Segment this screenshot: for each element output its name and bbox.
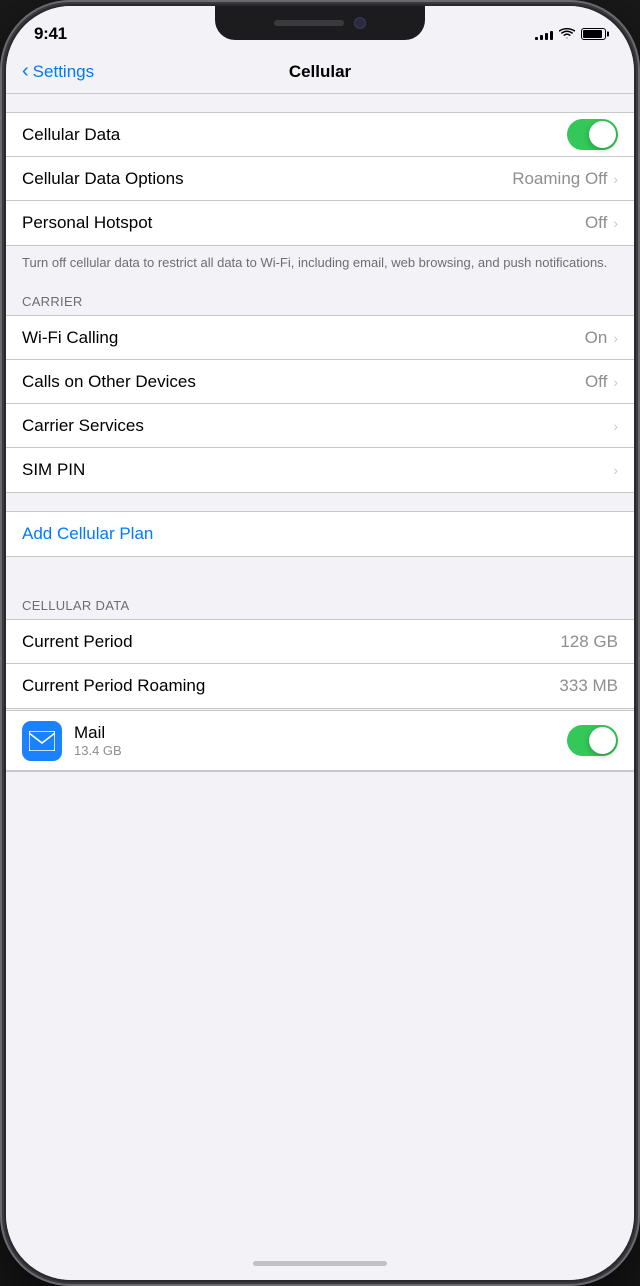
mail-app-size: 13.4 GB	[74, 743, 567, 758]
personal-hotspot-right: Off ›	[585, 213, 618, 233]
calls-other-devices-label: Calls on Other Devices	[22, 372, 196, 392]
cellular-data-options-label: Cellular Data Options	[22, 169, 184, 189]
carrier-section-header: CARRIER	[6, 288, 634, 315]
battery-fill	[583, 30, 602, 38]
cellular-data-toggle[interactable]	[567, 119, 618, 150]
calls-other-devices-right: Off ›	[585, 372, 618, 392]
sim-pin-right: ›	[613, 462, 618, 478]
front-camera	[354, 17, 366, 29]
speaker	[274, 20, 344, 26]
status-time: 9:41	[34, 24, 67, 44]
cellular-data-options-row[interactable]: Cellular Data Options Roaming Off ›	[6, 157, 634, 201]
chevron-right-icon: ›	[613, 171, 618, 187]
wifi-icon	[559, 28, 575, 40]
personal-hotspot-value: Off	[585, 213, 607, 233]
cellular-data-label: Cellular Data	[22, 125, 120, 145]
add-cellular-plan-link[interactable]: Add Cellular Plan	[22, 524, 153, 544]
gap-2	[6, 493, 634, 511]
screen: 9:41	[6, 6, 634, 1280]
mail-app-icon	[22, 721, 62, 761]
data-usage-list: Current Period 128 GB Current Period Roa…	[6, 619, 634, 709]
battery-icon	[581, 28, 606, 40]
nav-bar: ‹ Settings Cellular	[6, 50, 634, 94]
current-period-value: 128 GB	[560, 632, 618, 652]
current-period-roaming-value: 333 MB	[559, 676, 618, 696]
mail-app-name: Mail	[74, 723, 567, 743]
toggle-thumb	[589, 727, 616, 754]
sim-pin-label: SIM PIN	[22, 460, 85, 480]
personal-hotspot-label: Personal Hotspot	[22, 213, 152, 233]
back-chevron-icon: ‹	[22, 60, 29, 83]
top-gap	[6, 94, 634, 112]
carrier-settings-list: Wi-Fi Calling On › Calls on Other Device…	[6, 315, 634, 493]
chevron-right-icon: ›	[613, 215, 618, 231]
chevron-right-icon: ›	[613, 418, 618, 434]
wifi-calling-right: On ›	[585, 328, 618, 348]
app-list: Mail 13.4 GB	[6, 710, 634, 772]
carrier-services-right: ›	[613, 418, 618, 434]
wifi-calling-label: Wi-Fi Calling	[22, 328, 118, 348]
mail-app-row[interactable]: Mail 13.4 GB	[6, 711, 634, 771]
status-icons	[535, 28, 606, 40]
back-button[interactable]: ‹ Settings	[22, 60, 94, 83]
toggle-thumb	[589, 121, 616, 148]
signal-icon	[535, 28, 553, 40]
content-area[interactable]: Cellular Data Cellular Data Options Roam…	[6, 94, 634, 1246]
mail-toggle[interactable]	[567, 725, 618, 756]
calls-other-devices-row[interactable]: Calls on Other Devices Off ›	[6, 360, 634, 404]
personal-hotspot-row[interactable]: Personal Hotspot Off ›	[6, 201, 634, 245]
back-label: Settings	[33, 62, 94, 82]
wifi-calling-row[interactable]: Wi-Fi Calling On ›	[6, 316, 634, 360]
cellular-data-description: Turn off cellular data to restrict all d…	[6, 246, 634, 288]
home-indicator	[6, 1246, 634, 1280]
calls-other-devices-value: Off	[585, 372, 607, 392]
notch	[215, 6, 425, 40]
page-title: Cellular	[289, 62, 351, 82]
add-cellular-plan-row[interactable]: Add Cellular Plan	[6, 511, 634, 557]
carrier-services-label: Carrier Services	[22, 416, 144, 436]
current-period-label: Current Period	[22, 632, 133, 652]
chevron-right-icon: ›	[613, 462, 618, 478]
cellular-data-section-header: CELLULAR DATA	[6, 592, 634, 619]
chevron-right-icon: ›	[613, 330, 618, 346]
home-bar	[253, 1261, 387, 1266]
chevron-right-icon: ›	[613, 374, 618, 390]
bottom-padding	[6, 772, 634, 812]
phone-inner: 9:41	[6, 6, 634, 1280]
current-period-roaming-row: Current Period Roaming 333 MB	[6, 664, 634, 708]
gap-3	[6, 557, 634, 592]
cellular-data-row[interactable]: Cellular Data	[6, 113, 634, 157]
carrier-services-row[interactable]: Carrier Services ›	[6, 404, 634, 448]
phone-frame: 9:41	[0, 0, 640, 1286]
wifi-calling-value: On	[585, 328, 608, 348]
mail-envelope-icon	[29, 731, 55, 751]
cellular-settings-list: Cellular Data Cellular Data Options Roam…	[6, 112, 634, 246]
mail-app-info: Mail 13.4 GB	[74, 723, 567, 758]
current-period-roaming-label: Current Period Roaming	[22, 676, 205, 696]
cellular-data-options-value: Roaming Off	[512, 169, 607, 189]
current-period-row: Current Period 128 GB	[6, 620, 634, 664]
sim-pin-row[interactable]: SIM PIN ›	[6, 448, 634, 492]
cellular-data-options-right: Roaming Off ›	[512, 169, 618, 189]
